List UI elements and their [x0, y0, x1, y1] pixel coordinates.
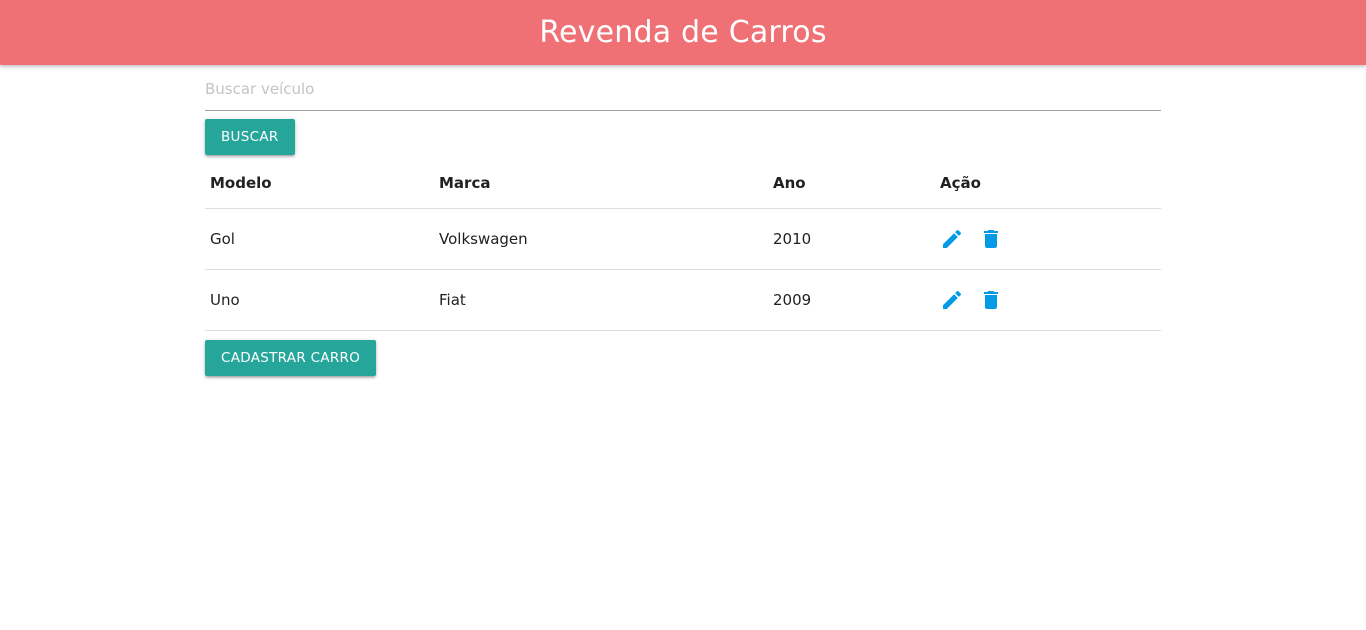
edit-icon[interactable] — [940, 288, 964, 312]
column-header-ano: Ano — [768, 157, 935, 209]
main-content: BUSCAR Modelo Marca Ano Ação Gol Volkswa… — [205, 65, 1161, 376]
cell-acao — [935, 269, 1161, 331]
column-header-marca: Marca — [434, 157, 768, 209]
table-header-row: Modelo Marca Ano Ação — [205, 157, 1161, 209]
table-row: Uno Fiat 2009 — [205, 269, 1161, 331]
header-bar: Revenda de Carros — [0, 0, 1366, 65]
cars-table: Modelo Marca Ano Ação Gol Volkswagen 201… — [205, 157, 1161, 331]
cell-ano: 2010 — [768, 208, 935, 270]
delete-icon[interactable] — [979, 288, 1003, 312]
column-header-acao: Ação — [935, 157, 1161, 209]
search-field — [205, 65, 1161, 111]
edit-icon[interactable] — [940, 227, 964, 251]
table-row: Gol Volkswagen 2010 — [205, 208, 1161, 270]
cell-marca: Volkswagen — [434, 208, 768, 270]
cell-modelo: Uno — [205, 269, 434, 331]
search-input[interactable] — [205, 77, 1161, 101]
page-title: Revenda de Carros — [539, 15, 827, 50]
add-car-button[interactable]: CADASTRAR CARRO — [205, 340, 377, 376]
column-header-modelo: Modelo — [205, 157, 434, 209]
delete-icon[interactable] — [979, 227, 1003, 251]
cell-marca: Fiat — [434, 269, 768, 331]
cell-acao — [935, 208, 1161, 270]
cell-modelo: Gol — [205, 208, 434, 270]
search-button[interactable]: BUSCAR — [205, 119, 295, 155]
cell-ano: 2009 — [768, 269, 935, 331]
